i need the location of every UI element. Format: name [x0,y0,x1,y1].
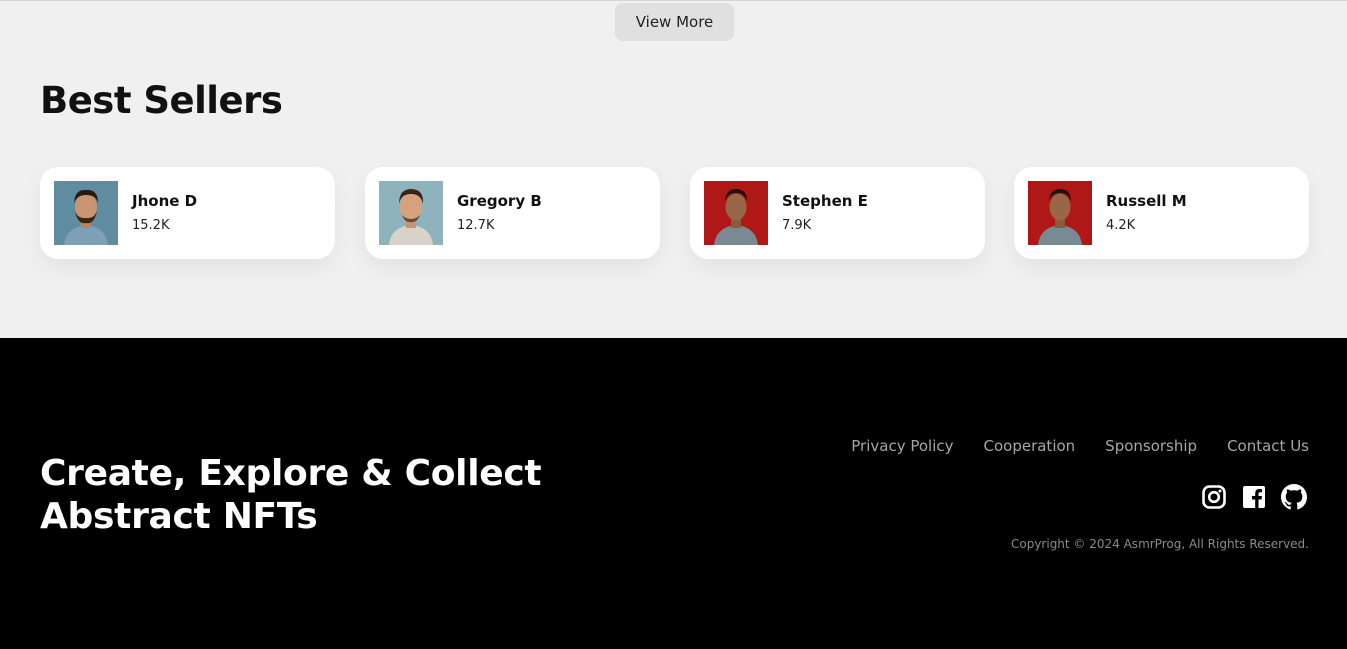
github-icon[interactable] [1281,484,1307,510]
seller-value: 7.9K [782,218,812,233]
seller-name: Stephen E [782,192,868,210]
seller-card[interactable]: Jhone D 15.2K [40,167,335,259]
seller-value: 4.2K [1106,218,1136,233]
instagram-icon[interactable] [1201,484,1227,510]
sponsorship-link[interactable]: Sponsorship [1105,437,1197,455]
copyright-text: Copyright © 2024 AsmrProg, All Rights Re… [1010,537,1309,551]
best-sellers-section: View More Best Sellers Jhone D 15.2K Gre… [0,0,1347,338]
seller-card[interactable]: Gregory B 12.7K [365,167,660,259]
seller-card[interactable]: Russell M 4.2K [1014,167,1309,259]
facebook-icon[interactable] [1241,484,1267,510]
seller-name: Gregory B [457,192,542,210]
seller-avatar [1028,181,1092,245]
seller-value: 12.7K [457,218,495,233]
section-title: Best Sellers [40,79,283,122]
seller-avatar [54,181,118,245]
contact-us-link[interactable]: Contact Us [1227,437,1309,455]
footer-tagline-line: Create, Explore & Collect [40,453,542,494]
seller-card[interactable]: Stephen E 7.9K [690,167,985,259]
footer-nav: Privacy Policy Cooperation Sponsorship C… [851,437,1309,455]
view-more-button[interactable]: View More [615,3,734,41]
footer-tagline-line: Abstract NFTs [40,496,318,537]
seller-avatar [704,181,768,245]
footer-tagline: Create, Explore & Collect Abstract NFTs [40,452,600,538]
footer: Create, Explore & Collect Abstract NFTs … [0,338,1347,649]
seller-avatar [379,181,443,245]
seller-name: Russell M [1106,192,1187,210]
social-links [1201,484,1307,510]
seller-name: Jhone D [132,192,198,210]
privacy-policy-link[interactable]: Privacy Policy [851,437,953,455]
cooperation-link[interactable]: Cooperation [984,437,1076,455]
seller-value: 15.2K [132,218,170,233]
